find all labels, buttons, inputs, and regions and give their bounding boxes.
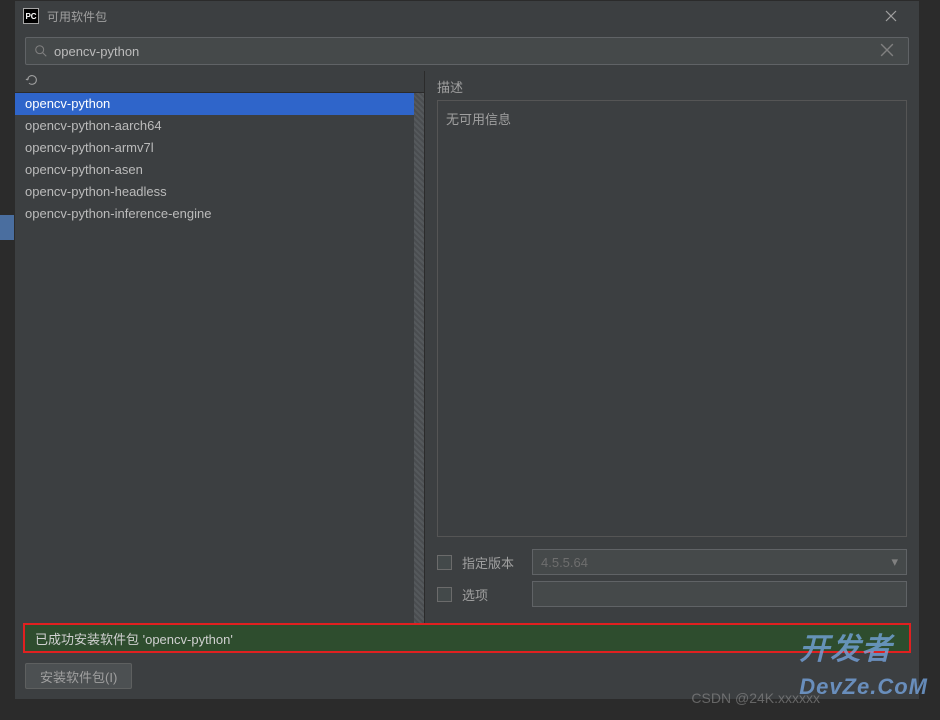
package-item[interactable]: opencv-python-aarch64	[15, 115, 424, 137]
reload-icon[interactable]	[25, 73, 39, 90]
app-icon: PC	[23, 8, 39, 24]
version-dropdown[interactable]: 4.5.5.64 ▾	[532, 549, 907, 575]
packages-dialog: PC 可用软件包 opencv-pythonopencv-python-aarc…	[14, 0, 920, 700]
close-button[interactable]	[871, 1, 911, 31]
package-item[interactable]: opencv-python-inference-engine	[15, 203, 424, 225]
search-icon	[34, 44, 48, 58]
package-item[interactable]: opencv-python-headless	[15, 181, 424, 203]
specify-version-checkbox[interactable]	[437, 555, 452, 570]
package-item[interactable]: opencv-python	[15, 93, 424, 115]
status-bar: 已成功安装软件包 'opencv-python'	[23, 623, 911, 653]
specify-version-row: 指定版本 4.5.5.64 ▾	[437, 549, 907, 575]
close-icon	[885, 10, 897, 22]
description-body: 无可用信息	[437, 100, 907, 537]
reload-toolbar	[15, 71, 424, 93]
search-input[interactable]	[54, 44, 880, 59]
button-row: 安装软件包(I)	[15, 653, 919, 699]
description-area: 描述 无可用信息	[425, 71, 919, 543]
install-package-button[interactable]: 安装软件包(I)	[25, 663, 132, 689]
package-list[interactable]: opencv-pythonopencv-python-aarch64opencv…	[15, 93, 424, 623]
options-row: 选项	[437, 581, 907, 607]
chevron-down-icon: ▾	[891, 554, 898, 570]
status-message: 已成功安装软件包 'opencv-python'	[35, 629, 233, 648]
package-item[interactable]: opencv-python-armv7l	[15, 137, 424, 159]
options-input[interactable]	[532, 581, 907, 607]
specify-version-label: 指定版本	[462, 553, 522, 572]
search-row	[15, 31, 919, 71]
details-panel: 描述 无可用信息 指定版本 4.5.5.64 ▾ 选项	[425, 71, 919, 623]
package-list-panel: opencv-pythonopencv-python-aarch64opencv…	[15, 71, 425, 623]
description-label: 描述	[437, 77, 907, 96]
options-label: 选项	[462, 585, 522, 604]
clear-search-icon[interactable]	[880, 43, 900, 60]
install-options: 指定版本 4.5.5.64 ▾ 选项	[425, 543, 919, 623]
search-box[interactable]	[25, 37, 909, 65]
split-pane: opencv-pythonopencv-python-aarch64opencv…	[15, 71, 919, 623]
version-value: 4.5.5.64	[541, 555, 588, 570]
scrollbar-vertical[interactable]	[414, 93, 424, 623]
bg-selection-stripe	[0, 215, 14, 240]
install-button-label: 安装软件包(I)	[40, 667, 117, 686]
package-item[interactable]: opencv-python-asen	[15, 159, 424, 181]
dialog-title: 可用软件包	[47, 8, 107, 25]
options-checkbox[interactable]	[437, 587, 452, 602]
titlebar[interactable]: PC 可用软件包	[15, 1, 919, 31]
